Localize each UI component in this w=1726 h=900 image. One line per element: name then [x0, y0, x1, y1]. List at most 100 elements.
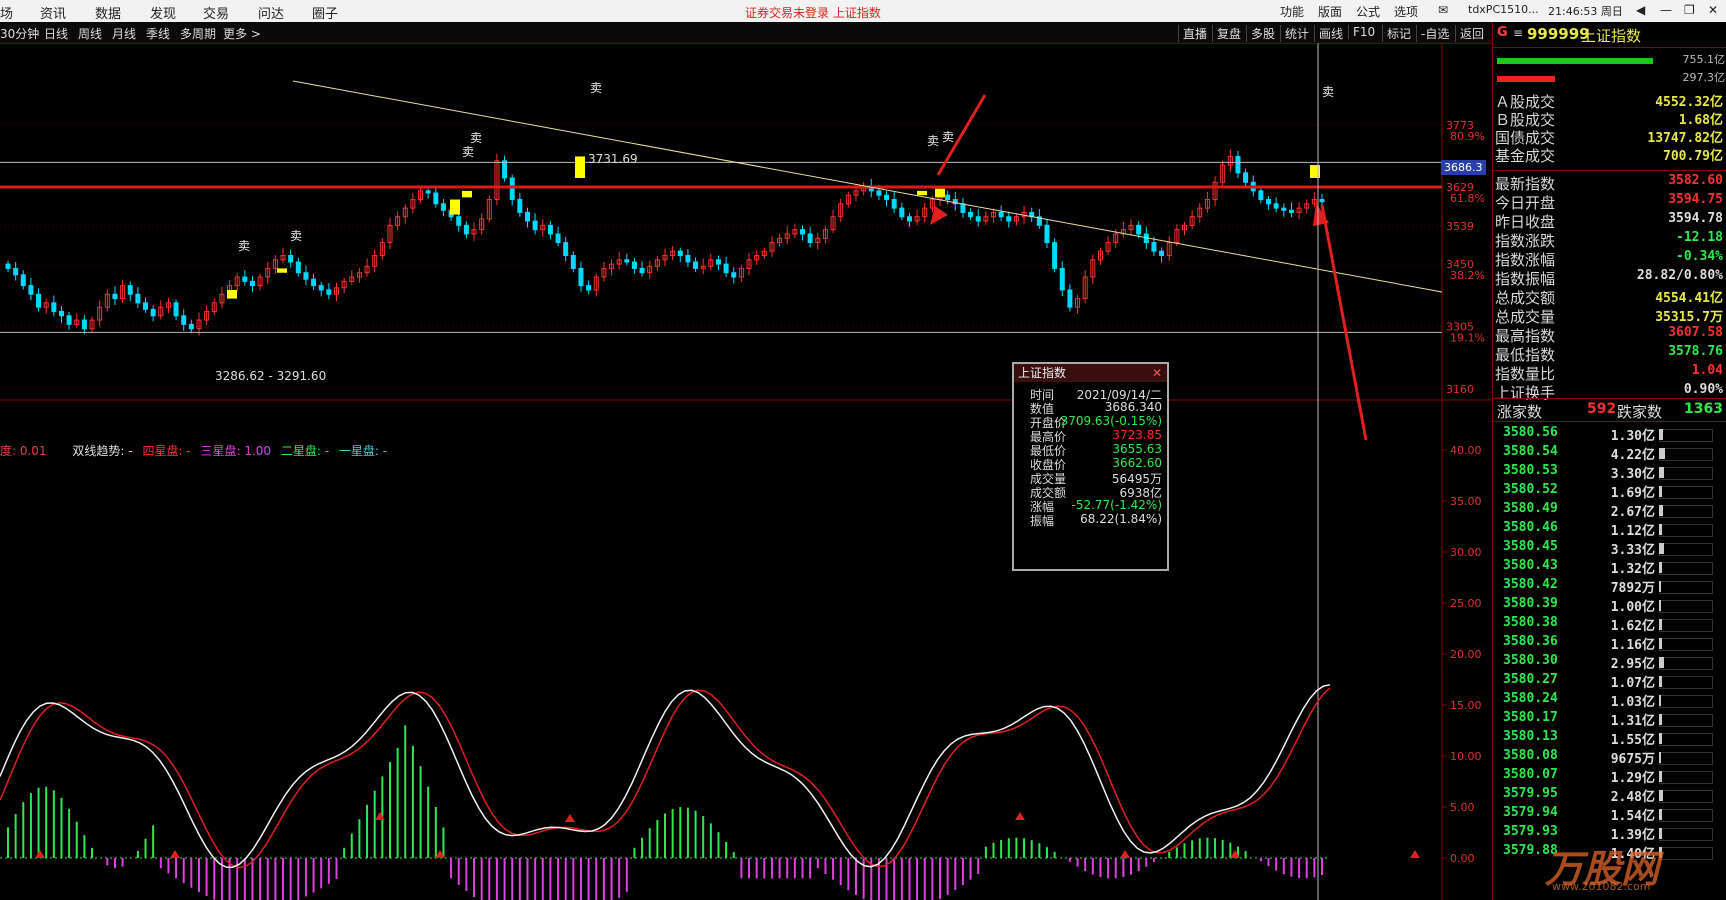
- price-tick-label: 3160: [1446, 383, 1474, 396]
- tick-bar: [1659, 543, 1664, 554]
- restore-icon[interactable]: ❐: [1684, 3, 1695, 17]
- sell-marker: 卖: [238, 239, 250, 253]
- tick-row: 3580.08 9675万: [1503, 748, 1723, 767]
- menu-item-qa[interactable]: 问达: [258, 3, 284, 22]
- histogram-bar: [144, 838, 147, 858]
- mail-icon[interactable]: ✉: [1438, 3, 1448, 17]
- candle-body: [960, 203, 966, 213]
- toolbar-watchlist[interactable]: -自选: [1416, 25, 1453, 42]
- histogram-bar: [243, 858, 246, 900]
- toolbar-multi-stock[interactable]: 多股: [1246, 25, 1279, 42]
- period-30min[interactable]: 30分钟: [0, 25, 39, 42]
- histogram-bar: [1130, 858, 1133, 875]
- legend-item: 四星盘: -: [142, 444, 191, 458]
- period-quarter[interactable]: 季线: [146, 25, 170, 42]
- tick-bar-frame: [1659, 619, 1713, 632]
- toolbar-replay[interactable]: 复盘: [1212, 25, 1245, 42]
- menu-bar: 场 资讯 数据 发现 交易 问达 圈子 证券交易未登录 上证指数 功能 版面 公…: [0, 0, 1726, 23]
- tick-row: 3580.13 1.55亿: [1503, 729, 1723, 748]
- histogram-bar: [1313, 858, 1316, 878]
- histogram-bar: [1107, 858, 1110, 879]
- period-week[interactable]: 周线: [78, 25, 102, 42]
- tick-amount: 1.31亿: [1610, 714, 1655, 729]
- histogram-bar: [304, 858, 307, 897]
- tick-bar: [1659, 638, 1662, 649]
- period-day[interactable]: 日线: [44, 25, 68, 42]
- histogram-bar: [900, 858, 903, 900]
- tooltip-row: 最低价 3655.63: [1016, 442, 1164, 458]
- histogram-bar: [205, 858, 208, 897]
- tick-bar-frame: [1659, 847, 1713, 860]
- close-icon[interactable]: ✕: [1152, 364, 1162, 382]
- candle-body: [288, 254, 294, 263]
- sell-marker: 卖: [470, 131, 482, 145]
- histogram-bar: [694, 810, 697, 858]
- back-arrow-icon[interactable]: ◀: [1636, 3, 1645, 17]
- histogram-bar: [717, 832, 720, 858]
- histogram-bar: [511, 858, 514, 900]
- stat-row: 指数量比 1.04: [1495, 363, 1723, 383]
- candle-body: [547, 224, 553, 235]
- tick-row: 3580.42 7892万: [1503, 577, 1723, 596]
- menu-item-circle[interactable]: 圈子: [312, 3, 338, 22]
- menu-lines-icon[interactable]: ≡: [1513, 26, 1523, 40]
- histogram-bar: [60, 797, 63, 858]
- histogram-bar: [488, 858, 491, 900]
- menu-item-market[interactable]: 场: [0, 3, 13, 22]
- tooltip-row: 时间 2021/09/14/二: [1016, 386, 1164, 402]
- stat-row: 昨日收盘 3594.78: [1495, 211, 1723, 231]
- histogram-bar: [1267, 858, 1270, 867]
- candle-body: [517, 199, 523, 213]
- triangle-marker: [375, 812, 385, 820]
- toolbar-f10[interactable]: F10: [1348, 25, 1379, 39]
- menu-item-function[interactable]: 功能: [1280, 3, 1304, 20]
- menu-item-news[interactable]: 资讯: [40, 3, 66, 22]
- kline-chart[interactable]: 377380.9%362961.8%3539345038.2%330519.1%…: [0, 43, 1492, 900]
- tooltip-value: 3662.60: [1112, 456, 1162, 470]
- sell-marker: 卖: [927, 134, 939, 148]
- histogram-bar: [786, 858, 789, 879]
- toolbar-live[interactable]: 直播: [1178, 25, 1211, 42]
- stat-label: 最新指数: [1495, 175, 1556, 193]
- stat-value: 28.82/0.80%: [1636, 268, 1723, 283]
- legend-item: 一星盘: -: [338, 444, 388, 458]
- menu-item-options[interactable]: 选项: [1394, 3, 1418, 20]
- histogram-bar: [625, 858, 628, 892]
- tick-price: 3580.52: [1503, 482, 1558, 497]
- tooltip-value: 68.22(1.84%): [1080, 512, 1162, 526]
- histogram-bar: [442, 827, 445, 858]
- tick-amount: 9675万: [1610, 752, 1655, 767]
- period-multi[interactable]: 多周期: [180, 25, 216, 42]
- stat-label: 指数涨幅: [1495, 251, 1556, 269]
- tick-bar-frame: [1659, 638, 1713, 651]
- menu-item-discover[interactable]: 发现: [150, 3, 176, 22]
- minimize-icon[interactable]: —: [1660, 3, 1672, 17]
- histogram-bar: [1015, 837, 1018, 858]
- tick-amount: 1.12亿: [1610, 524, 1655, 539]
- toolbar-stats[interactable]: 统计: [1280, 25, 1313, 42]
- candle-body: [1258, 190, 1264, 201]
- tick-amount: 1.16亿: [1610, 638, 1655, 653]
- tick-bar-frame: [1659, 657, 1713, 670]
- arrow-line: [1320, 204, 1368, 441]
- stat-label: 今日开盘: [1495, 194, 1556, 212]
- tick-amount: 1.62亿: [1610, 619, 1655, 634]
- tick-bar-frame: [1659, 467, 1713, 480]
- menu-item-data[interactable]: 数据: [95, 3, 121, 22]
- candle-body: [135, 293, 141, 304]
- stat-value: 35315.7万: [1655, 310, 1723, 325]
- tick-bar: [1659, 828, 1662, 839]
- menu-item-layout[interactable]: 版面: [1318, 3, 1342, 20]
- histogram-bar: [740, 858, 743, 879]
- candle-body: [677, 250, 683, 256]
- tick-row: 3580.56 1.30亿: [1503, 425, 1723, 444]
- toolbar-back[interactable]: 返回: [1455, 25, 1488, 42]
- histogram-bar: [664, 813, 666, 858]
- toolbar-mark[interactable]: 标记: [1382, 25, 1415, 42]
- menu-item-formula[interactable]: 公式: [1356, 3, 1380, 20]
- period-month[interactable]: 月线: [112, 25, 136, 42]
- toolbar-draw[interactable]: 画线: [1314, 25, 1347, 42]
- close-icon[interactable]: ✕: [1708, 3, 1718, 17]
- menu-item-trade[interactable]: 交易: [203, 3, 229, 22]
- period-more[interactable]: 更多 >: [223, 25, 261, 42]
